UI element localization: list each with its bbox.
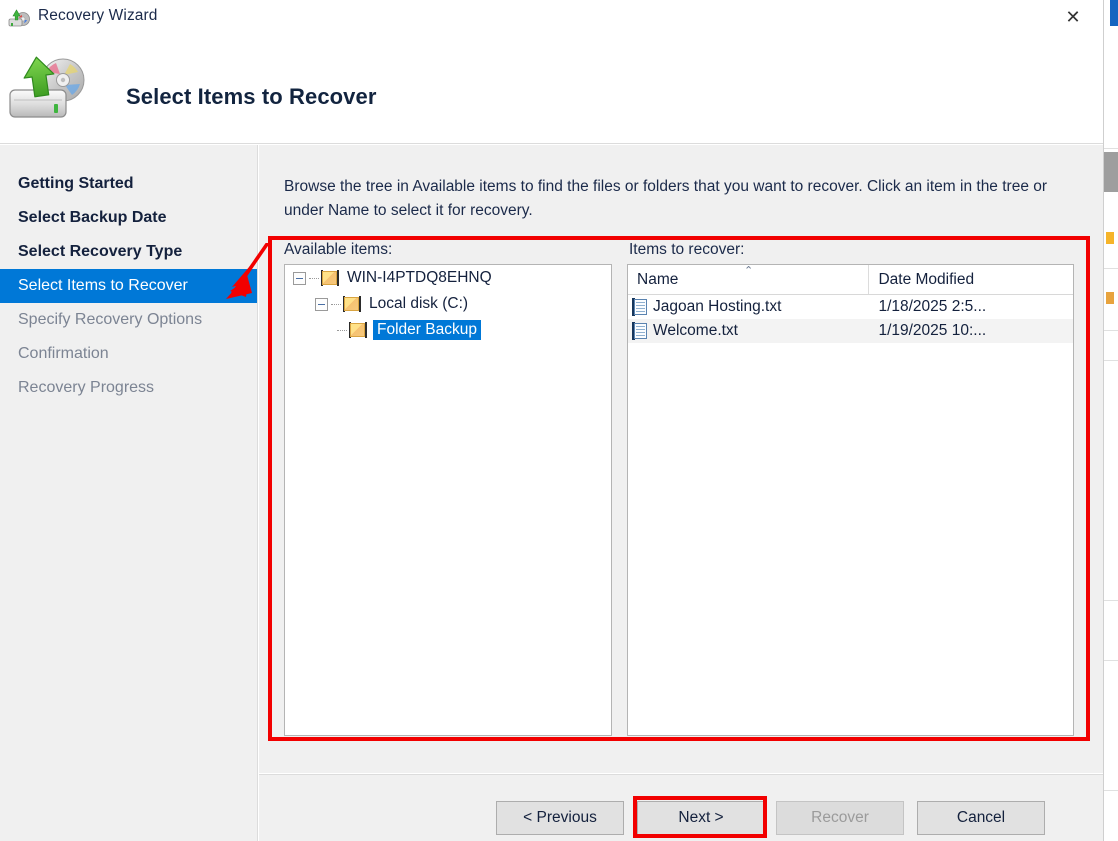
file-date-cell: 1/19/2025 10:... [878,322,987,339]
tree-node-label: WIN-I4PTDQ8EHNQ [347,269,492,286]
title-bar: Recovery Wizard ✕ [0,0,1103,36]
sidebar-item-confirmation[interactable]: Confirmation [0,337,257,371]
close-icon[interactable]: ✕ [1051,2,1095,32]
background-window-divider [1104,330,1118,331]
window-title: Recovery Wizard [38,7,158,24]
text-file-icon [632,298,649,316]
background-window-divider [1104,148,1118,149]
tree-node-label: Local disk (C:) [369,295,469,312]
items-to-recover-label: Items to recover: [629,241,745,258]
tree-node-label-selected: Folder Backup [373,320,481,340]
recovery-wizard-icon [8,6,32,30]
column-header-date-modified[interactable]: Date Modified [869,265,1073,294]
recover-button: Recover [776,801,904,835]
items-to-recover-list[interactable]: Name ⌃ Date Modified Jagoan Hosting.txt … [627,264,1074,736]
background-window-divider [1104,660,1118,661]
file-name-label: Welcome.txt [653,322,738,339]
background-window-row [1104,230,1118,248]
background-window-row [1104,290,1118,308]
tree-node-server[interactable]: WIN-I4PTDQ8EHNQ [285,265,611,291]
background-window-accent [1110,0,1118,26]
sort-ascending-icon: ⌃ [744,265,754,277]
file-date-cell: 1/18/2025 2:5... [878,298,987,315]
text-file-icon [632,322,649,340]
recovery-wizard-window: Recovery Wizard ✕ Select Items to Recove… [0,0,1103,841]
file-name-cell: Welcome.txt [628,322,869,340]
tree-connector [309,277,319,279]
sidebar-item-specify-recovery-options[interactable]: Specify Recovery Options [0,303,257,337]
tree-connector [331,303,341,305]
previous-button[interactable]: < Previous [496,801,624,835]
wizard-footer: < Previous Next > Recover Cancel [259,774,1103,841]
column-header-name[interactable]: Name ⌃ [628,265,870,294]
file-name-label: Jagoan Hosting.txt [653,298,782,315]
collapse-icon[interactable] [293,271,306,285]
tree-connector [337,329,347,331]
screen-root: Recovery Wizard ✕ Select Items to Recove… [0,0,1118,841]
instruction-text: Browse the tree in Available items to fi… [284,178,1048,220]
background-window-titlebar [1104,0,1118,30]
page-banner: Select Items to Recover [0,36,1103,144]
sidebar-item-recovery-progress[interactable]: Recovery Progress [0,371,257,405]
next-button[interactable]: Next > [637,801,765,835]
file-name-cell: Jagoan Hosting.txt [628,298,869,316]
background-window-ribbon [1104,152,1118,192]
backup-restore-icon [6,48,98,132]
list-column-headers: Name ⌃ Date Modified [628,265,1073,295]
background-window-divider [1104,268,1118,269]
column-header-date-label: Date Modified [878,270,975,288]
tree-node-local-disk[interactable]: Local disk (C:) [285,291,611,317]
tree-node-folder-backup[interactable]: Folder Backup [285,317,611,343]
column-header-name-label: Name [637,270,679,288]
background-window-divider [1104,360,1118,361]
folder-icon [343,296,361,312]
red-arrow-icon [214,241,276,305]
sidebar-item-select-backup-date[interactable]: Select Backup Date [0,201,257,235]
background-window[interactable] [1103,0,1118,841]
background-window-divider [1104,600,1118,601]
available-items-tree[interactable]: WIN-I4PTDQ8EHNQ Local disk (C:) Folder B… [284,264,612,736]
available-items-label: Available items: [284,241,393,258]
background-window-divider [1104,790,1118,791]
collapse-icon[interactable] [315,297,328,311]
table-row[interactable]: Welcome.txt 1/19/2025 10:... [628,319,1073,343]
folder-icon [349,322,367,338]
cancel-button[interactable]: Cancel [917,801,1045,835]
page-title: Select Items to Recover [126,84,377,109]
sidebar-item-getting-started[interactable]: Getting Started [0,167,257,201]
main-content: Browse the tree in Available items to fi… [259,145,1103,773]
folder-icon [321,270,339,286]
table-row[interactable]: Jagoan Hosting.txt 1/18/2025 2:5... [628,295,1073,319]
